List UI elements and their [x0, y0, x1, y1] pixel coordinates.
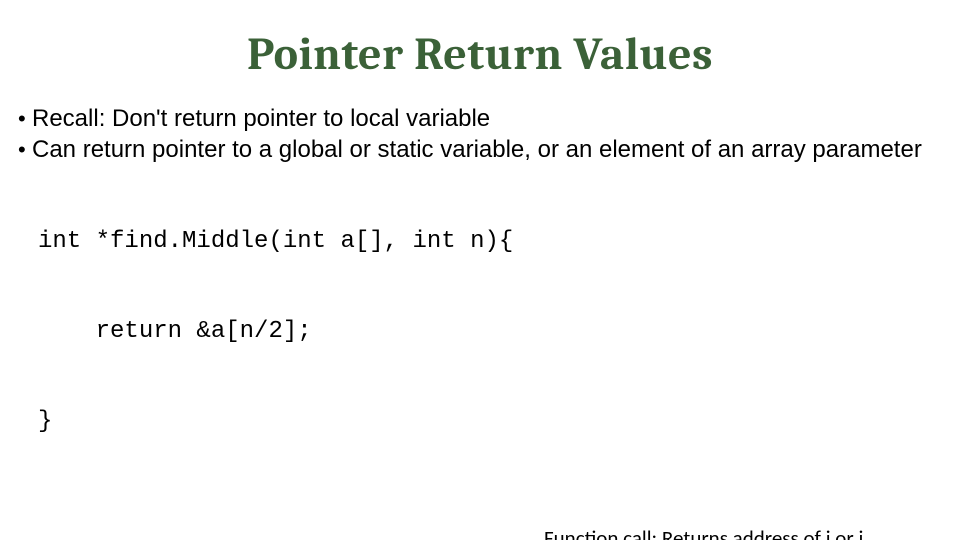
bullet-item: Recall: Don't return pointer to local va…	[18, 105, 942, 134]
code-line: return &a[n/2];	[38, 317, 942, 347]
bullet-dot	[18, 136, 32, 165]
bullet-text: Recall: Don't return pointer to local va…	[32, 105, 942, 134]
code-line: int *find.Middle(int a[], int n){	[38, 227, 942, 257]
note-caption: Function call: Returns address of i or j	[544, 525, 942, 540]
bullet-item: Can return pointer to a global or static…	[18, 136, 942, 165]
bullet-text: Can return pointer to a global or static…	[32, 136, 942, 165]
bullet-dot	[18, 105, 32, 134]
code-block-max: int *max(int *a, int *b) { if(*a > *b) r…	[38, 525, 538, 540]
slide-title: Pointer Return Values	[0, 0, 960, 81]
note-column: Function call: Returns address of i or j…	[538, 525, 942, 540]
slide-body: Recall: Don't return pointer to local va…	[0, 81, 960, 540]
two-column-row: int *max(int *a, int *b) { if(*a > *b) r…	[18, 525, 942, 540]
code-line: }	[38, 407, 942, 437]
code-block-findmiddle: int *find.Middle(int a[], int n){ return…	[38, 167, 942, 497]
slide: Pointer Return Values Recall: Don't retu…	[0, 0, 960, 540]
code-column: int *max(int *a, int *b) { if(*a > *b) r…	[18, 525, 538, 540]
